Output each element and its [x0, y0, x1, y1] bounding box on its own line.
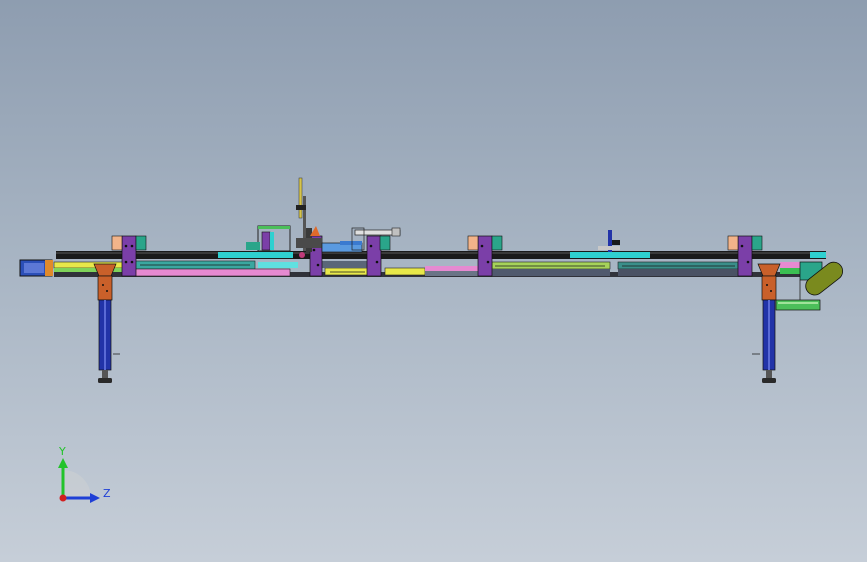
cad-viewport[interactable]: Y Z	[0, 0, 867, 562]
purple-bracket	[737, 235, 753, 277]
purple-bracket	[477, 235, 493, 277]
cyan-segment	[810, 252, 826, 258]
belt-layer-green	[491, 261, 611, 270]
belt-layer-pink	[134, 268, 291, 277]
axis-triad: Y Z	[58, 445, 111, 503]
belt-layer-slate	[492, 269, 610, 276]
guide-block	[379, 235, 391, 251]
cyan-segment	[218, 252, 293, 258]
purple-bracket	[366, 235, 382, 277]
conveyor-assembly[interactable]	[19, 177, 846, 383]
y-axis-label: Y	[58, 445, 66, 458]
z-axis-arrow	[90, 493, 100, 503]
left-end-cap-orange	[45, 260, 53, 276]
right-leg	[752, 263, 781, 383]
y-axis-arrow	[58, 458, 68, 468]
cyan-segment	[570, 252, 650, 258]
belt-layer-slate	[425, 271, 485, 276]
triad-origin	[59, 494, 67, 502]
sensor-post	[598, 230, 620, 252]
belt-layer-pink	[425, 266, 480, 271]
triad-arc	[63, 470, 91, 498]
purple-bracket	[121, 235, 137, 277]
belt-layer-cyan	[258, 262, 298, 268]
belt-layer-slate	[618, 269, 738, 276]
belt-layer-teal	[617, 261, 739, 270]
left-leg	[93, 263, 120, 383]
left-end-cap-inner	[24, 263, 44, 273]
z-axis-label: Z	[103, 487, 111, 500]
top-rail-highlight	[56, 252, 826, 254]
belt-layer-yellow	[324, 267, 371, 276]
belt-layer-yellow	[384, 267, 426, 276]
